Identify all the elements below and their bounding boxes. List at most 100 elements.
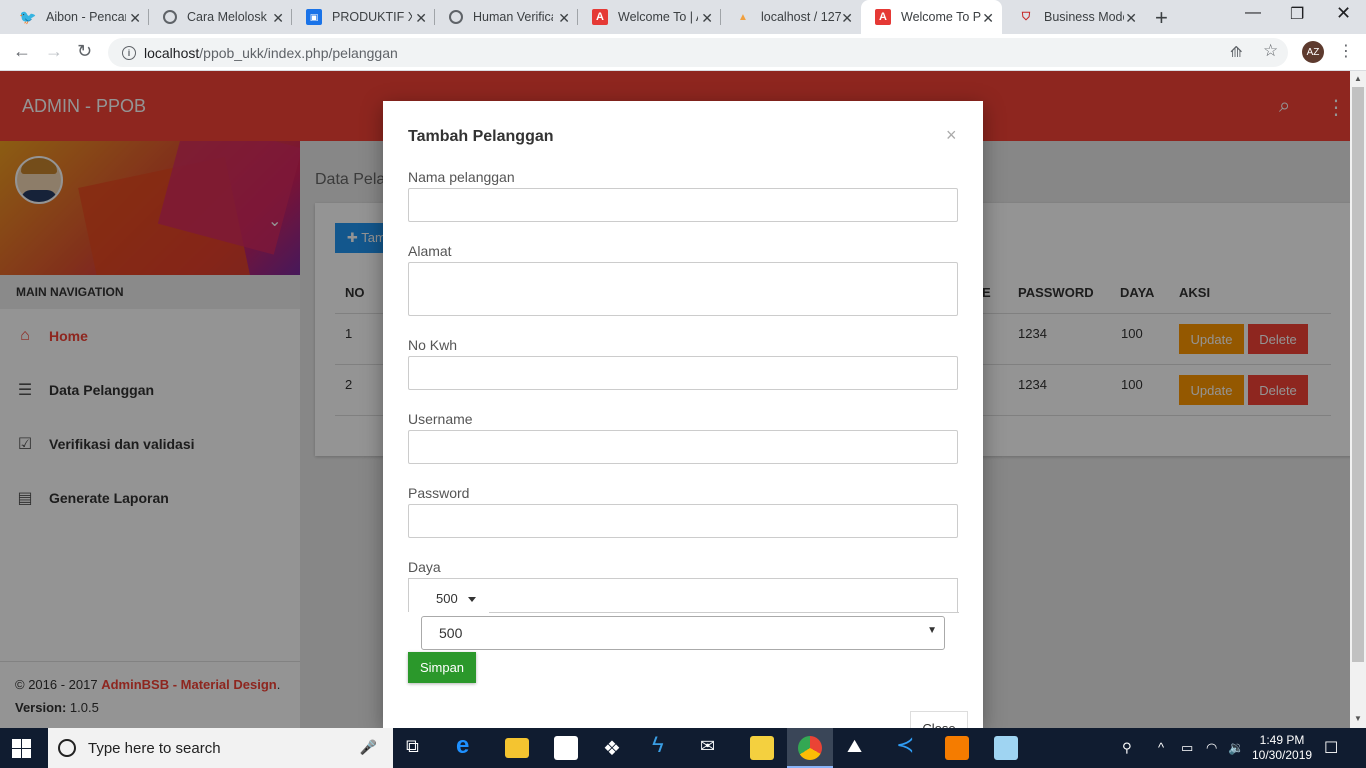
close-tab-icon[interactable]: ✕ [841, 10, 853, 27]
notepad-icon[interactable] [994, 736, 1018, 760]
dropbox-icon[interactable]: ❖ [603, 736, 627, 760]
chrome-icon[interactable] [798, 736, 822, 760]
close-tab-icon[interactable]: ✕ [558, 10, 570, 27]
windows-taskbar: Type here to search 🎤 ⧉ e ❖ ϟ ✉ ⛰ ≺ ⚲ ^ … [0, 728, 1366, 768]
nama-label: Nama pelanggan [408, 169, 515, 185]
info-icon[interactable]: i [122, 45, 136, 60]
scrollbar-thumb[interactable] [1352, 87, 1364, 662]
save-button[interactable]: Simpan [408, 652, 476, 683]
nokwh-input[interactable] [408, 356, 958, 390]
lightning-app-icon[interactable]: ϟ [652, 732, 676, 757]
clock-time: 1:49 PM [1259, 733, 1305, 747]
chrome-menu-icon[interactable]: ⋮ [1338, 41, 1354, 61]
reload-icon[interactable]: ↻ [77, 41, 92, 62]
browser-tab-strip: 🐦 Aibon - Pencari ✕ Cara Meloloskan ✕ ▣ … [0, 0, 1366, 34]
close-button[interactable]: Close [910, 711, 968, 728]
taskbar-search-box[interactable]: Type here to search 🎤 [48, 728, 393, 768]
battery-icon[interactable]: ▭ [1181, 740, 1193, 756]
modal-title: Tambah Pelanggan [408, 128, 554, 145]
tab-title: PRODUKTIF XII [332, 10, 412, 24]
profile-avatar[interactable]: AZ [1302, 41, 1324, 63]
windows-start-icon[interactable] [12, 739, 32, 759]
alamat-label: Alamat [408, 243, 452, 259]
tab-title: Human Verification [473, 10, 553, 24]
forward-icon[interactable]: → [45, 41, 63, 62]
close-tab-icon[interactable]: ✕ [701, 10, 713, 27]
password-label: Password [408, 485, 470, 501]
microphone-icon[interactable]: 🎤 [360, 739, 377, 756]
password-input[interactable] [408, 504, 958, 538]
browser-tab[interactable]: 🐦 Aibon - Pencari ✕ [6, 0, 149, 34]
show-hidden-icons[interactable]: ^ [1158, 740, 1164, 755]
browser-tab[interactable]: A Welcome To | A ✕ [578, 0, 721, 34]
bookmark-star-icon[interactable]: ☆ [1263, 41, 1278, 61]
browser-tab[interactable]: Cara Meloloskan ✕ [149, 0, 292, 34]
sticky-notes-icon[interactable] [750, 736, 774, 760]
close-window-icon[interactable]: ✕ [1336, 3, 1351, 24]
store-icon[interactable] [554, 736, 578, 760]
browser-tab-active[interactable]: A Welcome To PI ✕ [861, 0, 1002, 34]
close-icon[interactable]: × [946, 125, 957, 146]
vscode-icon[interactable]: ≺ [896, 732, 920, 757]
daya-field: 500 [408, 578, 959, 613]
tab-title: Welcome To | A [618, 10, 698, 24]
caret-down-icon [467, 597, 476, 603]
daya-select-value: 500 [439, 625, 463, 641]
alamat-textarea[interactable] [408, 262, 958, 316]
url-host: localhost [144, 44, 200, 61]
minimize-icon[interactable]: — [1245, 4, 1261, 22]
nokwh-label: No Kwh [408, 337, 458, 353]
translate-icon[interactable]: ⟰ [1230, 43, 1243, 61]
cortana-icon [58, 739, 76, 757]
search-placeholder: Type here to search [88, 739, 221, 757]
notification-icon[interactable]: ☐ [1324, 738, 1338, 758]
wifi-icon[interactable]: ◠ [1206, 740, 1217, 756]
mail-icon[interactable]: ✉ [700, 736, 724, 760]
xampp-icon[interactable] [945, 736, 969, 760]
browser-tab[interactable]: ▣ PRODUKTIF XII ✕ [292, 0, 435, 34]
classroom-icon: ▣ [306, 9, 322, 25]
close-tab-icon[interactable]: ✕ [129, 10, 141, 27]
browser-tab[interactable]: ▲ localhost / 127 ✕ [721, 0, 861, 34]
select-arrow-icon: ▼ [927, 625, 937, 636]
scroll-down-icon[interactable]: ▼ [1354, 714, 1362, 723]
browser-tab[interactable]: Human Verification ✕ [435, 0, 578, 34]
tab-title: localhost / 127 [761, 10, 841, 24]
nama-input[interactable] [408, 188, 958, 222]
tab-title: Cara Meloloskan [187, 10, 267, 24]
daya-dropdown[interactable]: 500 [436, 591, 476, 606]
tab-title: Aibon - Pencari [46, 10, 126, 24]
username-label: Username [408, 411, 473, 427]
file-explorer-icon[interactable] [505, 738, 529, 758]
add-customer-modal: Tambah Pelanggan × Nama pelanggan Alamat… [383, 101, 983, 728]
edge-icon[interactable]: e [456, 732, 480, 759]
globe-icon [449, 10, 463, 24]
close-tab-icon[interactable]: ✕ [1125, 10, 1137, 27]
close-tab-icon[interactable]: ✕ [415, 10, 427, 27]
clock-date: 10/30/2019 [1252, 748, 1313, 762]
url-path: /ppob_ukk/index.php/pelanggan [199, 44, 398, 61]
tab-title: Business Model [1044, 10, 1124, 24]
app-icon: A [592, 9, 608, 25]
shield-icon: ⛉ [1021, 10, 1031, 23]
address-bar[interactable]: i localhost/ppob_ukk/index.php/pelanggan [108, 38, 1288, 67]
page-scrollbar[interactable]: ▲ ▼ [1350, 71, 1366, 728]
username-input[interactable] [408, 430, 958, 464]
taskbar-clock[interactable]: 1:49 PM 10/30/2019 [1252, 733, 1312, 763]
scroll-up-icon[interactable]: ▲ [1354, 74, 1362, 83]
new-tab-button[interactable]: + [1155, 5, 1168, 31]
close-tab-icon[interactable]: ✕ [272, 10, 284, 27]
browser-tab[interactable]: ⛉ Business Model ✕ [1004, 0, 1145, 34]
photos-icon[interactable]: ⛰ [847, 736, 871, 760]
maximize-icon[interactable]: ❐ [1290, 4, 1304, 24]
daya-dropdown-value: 500 [436, 591, 458, 606]
phpmyadmin-icon: ▲ [738, 11, 748, 23]
back-icon[interactable]: ← [13, 41, 31, 62]
app-icon: A [875, 9, 891, 25]
people-icon[interactable]: ⚲ [1122, 740, 1132, 756]
daya-select[interactable]: 500 ▼ [421, 616, 945, 650]
volume-icon[interactable]: 🔉 [1228, 740, 1244, 756]
close-tab-icon[interactable]: ✕ [982, 10, 994, 27]
task-view-icon[interactable]: ⧉ [406, 736, 430, 760]
twitter-icon: 🐦 [19, 8, 37, 25]
